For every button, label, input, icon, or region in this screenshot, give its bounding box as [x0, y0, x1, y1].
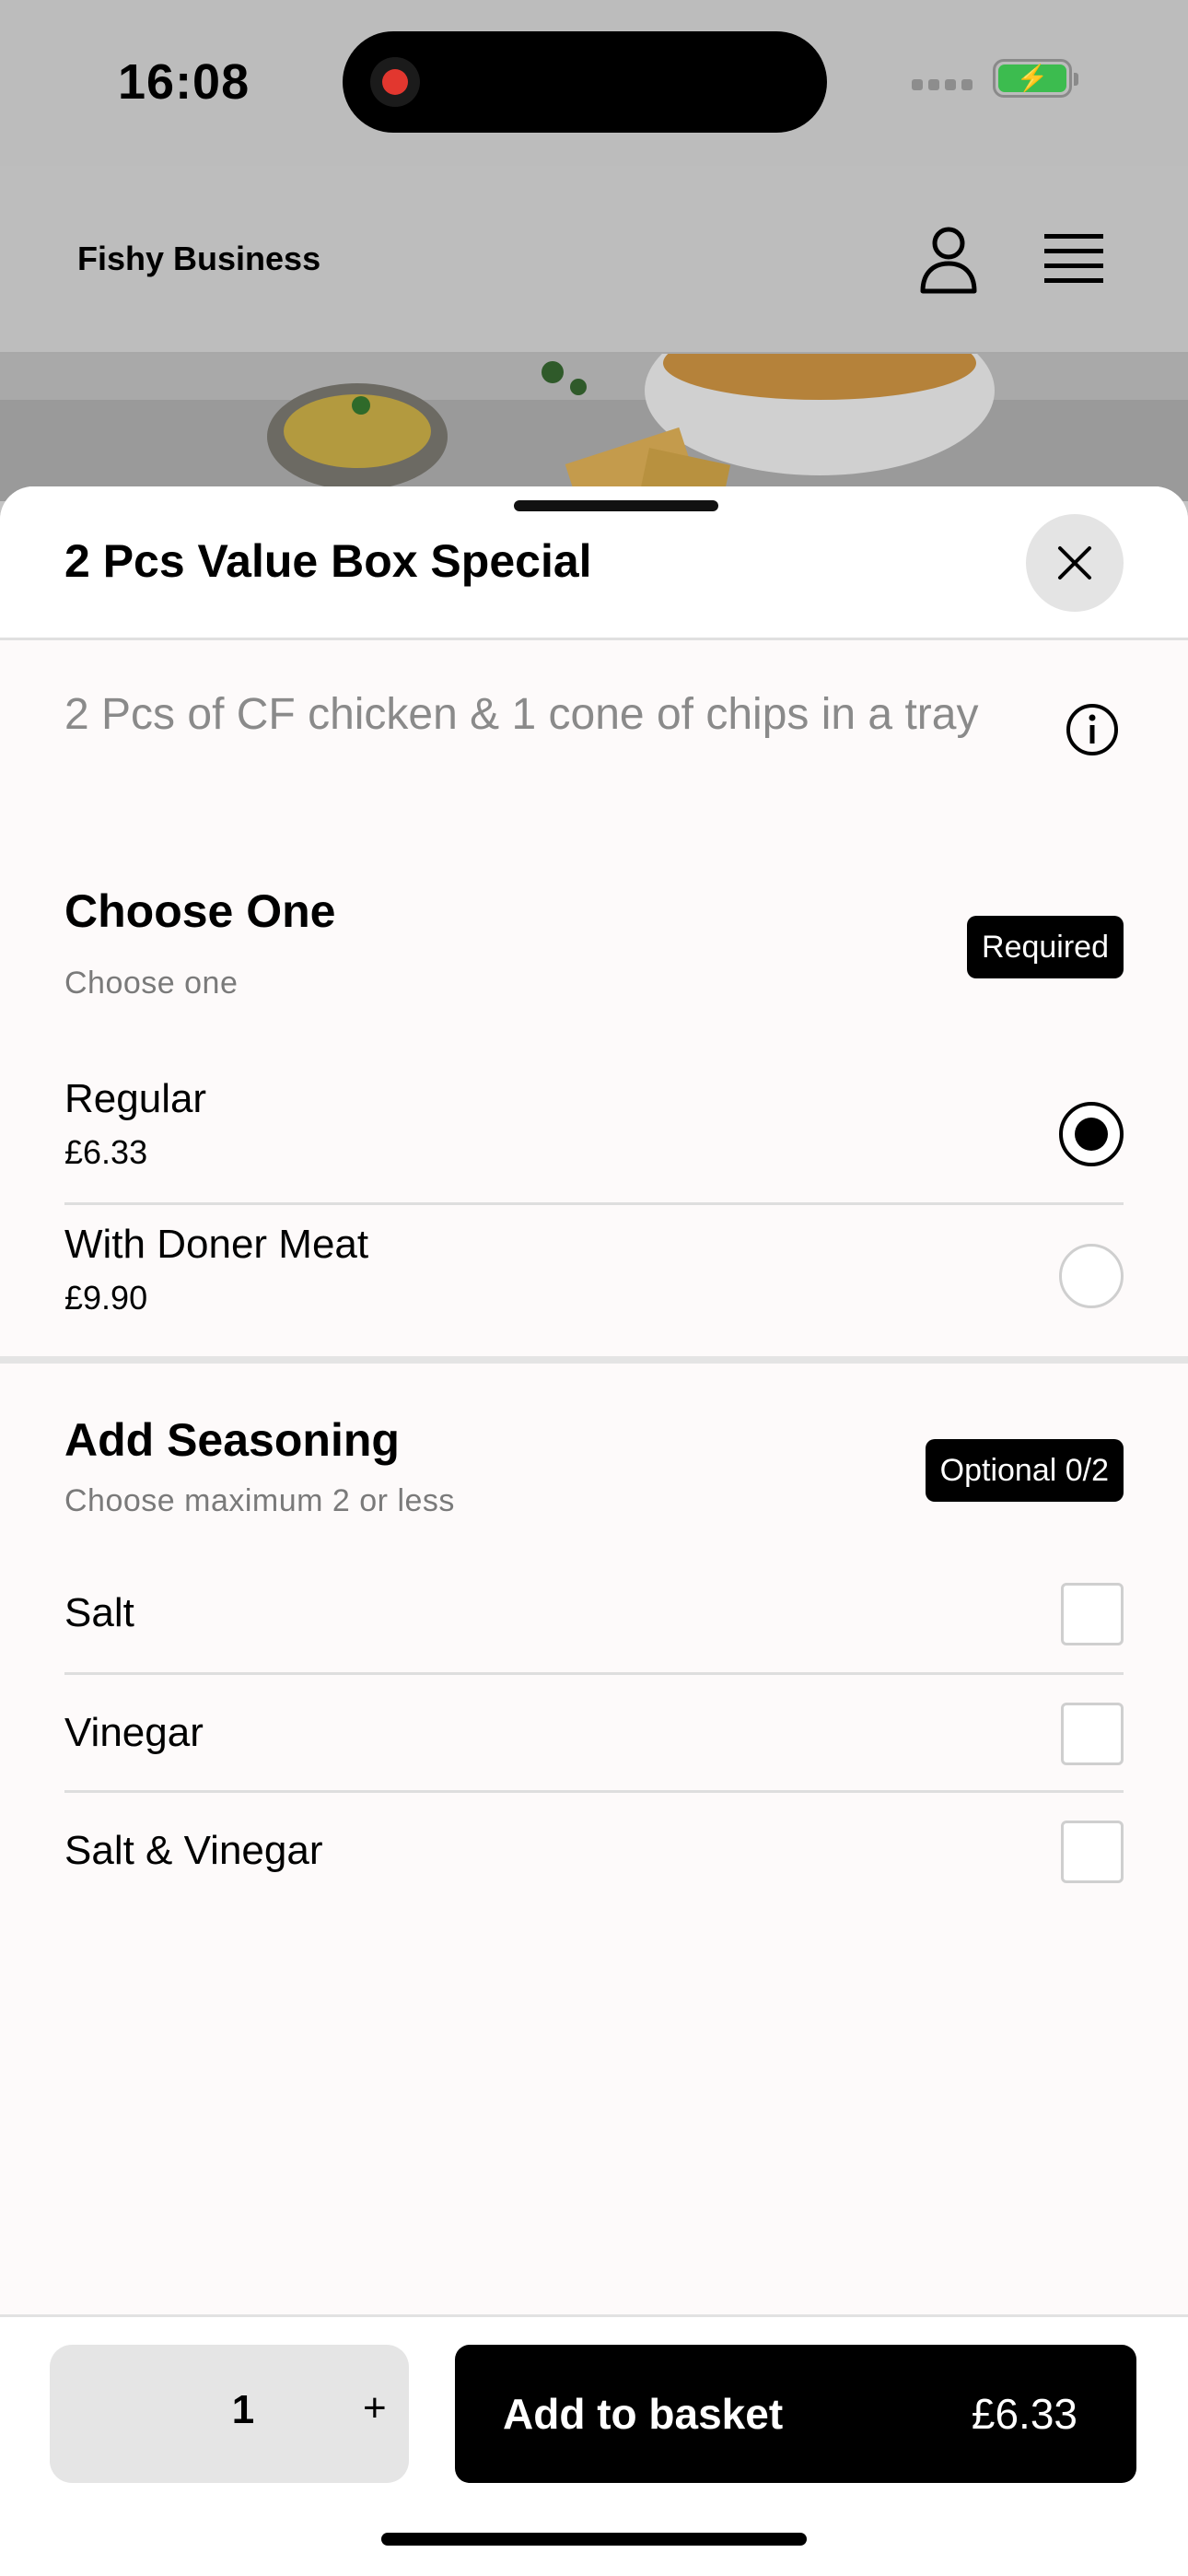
option-row-with-doner-meat[interactable]: With Doner Meat £9.90: [64, 1205, 1124, 1343]
dynamic-island: [343, 31, 827, 133]
status-time: 16:08: [118, 54, 250, 110]
info-icon[interactable]: [1065, 702, 1120, 757]
seasoning-title: Add Seasoning: [64, 1414, 400, 1466]
option-row-vinegar[interactable]: Vinegar: [64, 1675, 1124, 1793]
item-detail-sheet: 2 Pcs Value Box Special 2 Pcs of CF chic…: [0, 486, 1188, 2576]
choose-one-title: Choose One: [64, 885, 336, 937]
brand-name[interactable]: Fishy Business: [77, 240, 320, 278]
user-icon[interactable]: [919, 225, 978, 295]
radio-button-selected[interactable]: [1059, 1102, 1124, 1166]
close-icon: [1058, 546, 1091, 580]
app-header: Fishy Business: [0, 166, 1188, 354]
option-row-salt[interactable]: Salt: [64, 1555, 1124, 1675]
battery-charging-icon: ⚡: [993, 59, 1078, 98]
option-price: £9.90: [64, 1279, 148, 1317]
item-title: 2 Pcs Value Box Special: [64, 535, 592, 587]
add-to-basket-button[interactable]: Add to basket £6.33: [455, 2345, 1136, 2483]
checkbox[interactable]: [1061, 1703, 1124, 1765]
optional-badge: Optional 0/2: [925, 1439, 1124, 1502]
record-icon: [370, 57, 420, 107]
increment-button[interactable]: +: [363, 2385, 387, 2431]
option-name: With Doner Meat: [64, 1222, 369, 1267]
radio-button[interactable]: [1059, 1244, 1124, 1308]
option-price: £6.33: [64, 1133, 148, 1171]
item-description: 2 Pcs of CF chicken & 1 cone of chips in…: [64, 690, 979, 739]
quantity-stepper: 1 +: [50, 2345, 409, 2483]
status-bar: 16:08 ⚡: [0, 0, 1188, 166]
sheet-footer: 1 + Add to basket £6.33: [0, 2314, 1188, 2576]
sheet-header: 2 Pcs Value Box Special: [0, 486, 1188, 640]
checkbox[interactable]: [1061, 1583, 1124, 1645]
required-badge: Required: [967, 916, 1124, 978]
hero-food-image: [0, 354, 1188, 501]
sheet-grabber[interactable]: [514, 500, 718, 511]
choose-one-subtitle: Choose one: [64, 966, 239, 1001]
checkbox[interactable]: [1061, 1821, 1124, 1883]
add-to-basket-price: £6.33: [971, 2390, 1077, 2438]
signal-icon: [912, 79, 974, 92]
add-to-basket-label: Add to basket: [503, 2390, 784, 2438]
home-indicator[interactable]: [381, 2533, 807, 2546]
close-button[interactable]: [1026, 514, 1124, 612]
seasoning-subtitle: Choose maximum 2 or less: [64, 1483, 455, 1518]
option-row-regular[interactable]: Regular £6.33: [64, 1058, 1124, 1205]
option-name: Salt & Vinegar: [64, 1828, 323, 1873]
option-name: Regular: [64, 1076, 207, 1121]
hamburger-menu-icon[interactable]: [1044, 232, 1103, 286]
section-divider: [0, 1356, 1188, 1364]
quantity-value: 1: [231, 2387, 255, 2432]
option-name: Salt: [64, 1590, 134, 1635]
option-row-salt-and-vinegar[interactable]: Salt & Vinegar: [64, 1793, 1124, 1911]
option-name: Vinegar: [64, 1710, 204, 1755]
